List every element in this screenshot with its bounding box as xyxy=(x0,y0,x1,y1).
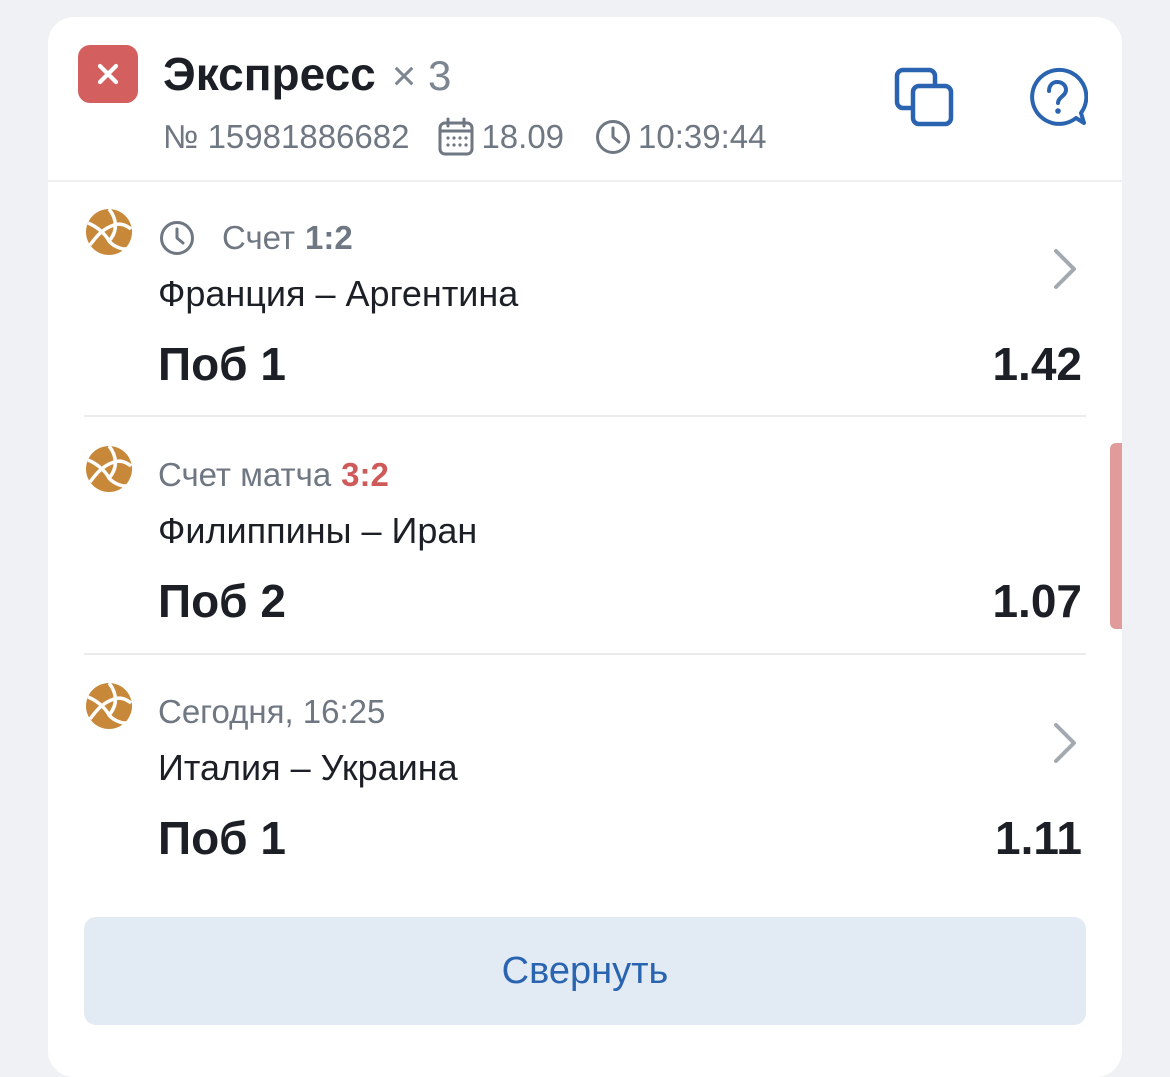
bet-type-title: Экспресс xyxy=(163,48,376,100)
event-odds: 1.07 xyxy=(992,575,1082,627)
event-info-label: Счет матча xyxy=(158,456,332,493)
chevron-right-icon[interactable] xyxy=(1052,721,1078,765)
event-teams: Филиппины – Иран xyxy=(158,510,478,551)
clock-icon xyxy=(594,118,632,156)
event-teams: Италия – Украина xyxy=(158,747,458,788)
event-pick: Поб 1 xyxy=(158,338,286,390)
bet-time-text: 10:39:44 xyxy=(638,118,767,155)
calendar-icon xyxy=(437,117,475,157)
scrollbar[interactable] xyxy=(1110,443,1122,629)
help-icon[interactable] xyxy=(1026,67,1089,129)
close-icon xyxy=(78,45,138,103)
bet-time: 10:39:44 xyxy=(594,118,767,156)
event-divider xyxy=(84,653,1086,655)
event-info: Счет матча 3:2 xyxy=(158,454,389,496)
volleyball-icon xyxy=(84,444,134,494)
copy-icon[interactable] xyxy=(894,67,956,129)
event-odds: 1.11 xyxy=(995,812,1082,864)
event-info-label: Сегодня, 16:25 xyxy=(158,693,386,730)
volleyball-icon xyxy=(84,207,134,257)
event-info: Сегодня, 16:25 xyxy=(158,691,385,733)
clock-icon xyxy=(158,219,196,257)
event-row[interactable]: Сегодня, 16:25 Италия – Украина Поб 1 1.… xyxy=(84,681,1086,871)
event-info: Счет 1:2 xyxy=(158,217,353,259)
bet-meta: № 15981886682 18.09 10:39:44 xyxy=(163,117,767,157)
event-row[interactable]: Счет 1:2 Франция – Аргентина Поб 1 1.42 xyxy=(84,207,1086,397)
event-teams: Франция – Аргентина xyxy=(158,273,519,314)
event-score: 1:2 xyxy=(305,219,353,256)
bet-date: 18.09 xyxy=(437,117,564,157)
chevron-right-icon[interactable] xyxy=(1052,247,1078,291)
event-info-label: Счет xyxy=(222,219,296,256)
bet-title-row: Экспресс × 3 xyxy=(163,47,451,103)
collapse-button[interactable]: Свернуть xyxy=(84,917,1086,1025)
volleyball-icon xyxy=(84,681,134,731)
event-odds: 1.42 xyxy=(992,338,1082,390)
event-row[interactable]: Счет матча 3:2 Филиппины – Иран Поб 2 1.… xyxy=(84,444,1086,634)
event-pick: Поб 1 xyxy=(158,812,286,864)
bet-card: Экспресс × 3 № 15981886682 18.09 10:39:4… xyxy=(48,17,1122,1077)
bet-multiplier: × 3 xyxy=(391,52,452,99)
event-score-live: 3:2 xyxy=(341,456,389,493)
bet-number: № 15981886682 xyxy=(163,118,410,155)
bet-header: Экспресс × 3 № 15981886682 18.09 10:39:4… xyxy=(48,17,1122,182)
event-pick: Поб 2 xyxy=(158,575,286,627)
event-divider xyxy=(84,415,1086,417)
bet-date-text: 18.09 xyxy=(481,118,565,155)
